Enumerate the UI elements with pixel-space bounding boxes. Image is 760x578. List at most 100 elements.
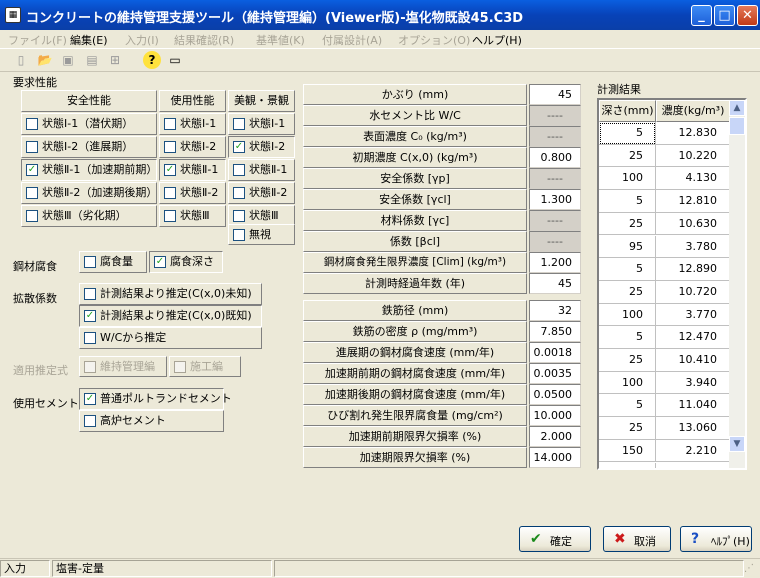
- menu-standards[interactable]: 基準値(K): [256, 32, 305, 48]
- diffusion-known-checkbox[interactable]: ✓ 計測結果より推定(C(x,0)既知): [79, 305, 262, 327]
- depth-cell[interactable]: 100: [599, 303, 656, 327]
- concentration-cell[interactable]: 4.130: [656, 167, 730, 191]
- depth-cell[interactable]: 25: [599, 144, 656, 168]
- accel-early-loss-input[interactable]: 2.000: [529, 426, 581, 447]
- measurements-grid[interactable]: 深さ(mm) 濃度(kg/m³) 5 12.830 25 10.220 100 4.130…: [597, 98, 747, 470]
- depth-cell[interactable]: 100: [599, 167, 656, 191]
- resize-grip-icon[interactable]: ⋰: [744, 562, 758, 576]
- help-question-icon[interactable]: ?: [143, 51, 161, 69]
- usage-state-2-1-checkbox[interactable]: ✓ 状態Ⅱ-1: [159, 159, 226, 181]
- rebar-density-input[interactable]: 7.850: [529, 321, 581, 342]
- depth-cell[interactable]: 25: [599, 280, 656, 304]
- maximize-button[interactable]: □: [714, 5, 735, 26]
- concrete-app-icon[interactable]: ▦: [5, 7, 21, 23]
- info-card-icon[interactable]: ▭: [166, 51, 184, 69]
- table-row[interactable]: 100 4.130: [599, 167, 730, 191]
- usage-state-1-2-checkbox[interactable]: 状態Ⅰ-2: [159, 136, 226, 158]
- estimation-construction-checkbox[interactable]: 施工編: [169, 356, 241, 377]
- concentration-cell[interactable]: 12.810: [656, 190, 730, 213]
- scroll-down-icon[interactable]: ▼: [729, 436, 745, 452]
- minimize-button[interactable]: _: [691, 5, 712, 26]
- cover-input[interactable]: 45: [529, 84, 581, 105]
- table-row[interactable]: 150 2.210: [599, 439, 730, 463]
- usage-state-3-checkbox[interactable]: 状態Ⅲ: [159, 205, 226, 227]
- safety-state-3-checkbox[interactable]: 状態Ⅲ（劣化期）: [21, 205, 157, 227]
- table-row[interactable]: 5 12.890: [599, 258, 730, 281]
- save-icon[interactable]: ▣: [59, 51, 77, 69]
- depth-cell[interactable]: 100: [599, 371, 656, 395]
- aesthetic-state-1-1-checkbox[interactable]: 状態Ⅰ-1: [228, 113, 295, 135]
- ok-button[interactable]: ✔ 確定: [519, 526, 591, 552]
- print-preview-icon[interactable]: ▤: [83, 51, 101, 69]
- table-row[interactable]: 95 3.780: [599, 235, 730, 259]
- elapsed-years-input[interactable]: 45: [529, 273, 581, 294]
- table-row[interactable]: 100 3.770: [599, 303, 730, 327]
- depth-cell[interactable]: 5: [599, 122, 656, 145]
- depth-cell[interactable]: 5: [599, 326, 656, 349]
- corrosion-limit-input[interactable]: 1.200: [529, 252, 581, 273]
- depth-cell[interactable]: [599, 462, 656, 468]
- menu-edit[interactable]: 編集(E): [70, 32, 108, 48]
- scroll-up-icon[interactable]: ▲: [729, 100, 745, 116]
- crack-limit-input[interactable]: 10.000: [529, 405, 581, 426]
- concentration-cell[interactable]: 10.630: [656, 212, 730, 236]
- accel-early-rate-input[interactable]: 0.0035: [529, 363, 581, 384]
- concentration-cell[interactable]: 10.220: [656, 144, 730, 168]
- help-button[interactable]: ? ﾍﾙﾌﾟ(H): [680, 526, 752, 552]
- aesthetic-ignore-checkbox[interactable]: 無視: [228, 224, 295, 245]
- add-icon[interactable]: ⊞: [106, 51, 124, 69]
- concentration-cell[interactable]: 3.780: [656, 235, 730, 259]
- accel-loss-input[interactable]: 14.000: [529, 447, 581, 468]
- cement-ordinary-checkbox[interactable]: ✓ 普通ポルトランドセメント: [79, 388, 232, 410]
- depth-cell[interactable]: 5: [599, 394, 656, 418]
- table-row[interactable]: 100 3.940: [599, 371, 730, 395]
- depth-cell[interactable]: 25: [599, 349, 656, 372]
- aesthetic-state-2-2-checkbox[interactable]: 状態Ⅱ-2: [228, 182, 295, 204]
- corrosion-depth-checkbox[interactable]: ✓ 腐食深さ: [149, 251, 223, 273]
- depth-cell[interactable]: 5: [599, 258, 656, 281]
- cancel-button[interactable]: ✖ 取消: [603, 526, 671, 552]
- depth-cell[interactable]: 25: [599, 417, 656, 440]
- table-row[interactable]: 5 12.830: [599, 122, 730, 145]
- new-file-icon[interactable]: ▯: [12, 51, 30, 69]
- rebar-diameter-input[interactable]: 32: [529, 300, 581, 321]
- usage-state-1-1-checkbox[interactable]: 状態Ⅰ-1: [159, 113, 226, 135]
- table-row[interactable]: 25 10.720: [599, 280, 730, 304]
- concentration-cell[interactable]: 10.410: [656, 349, 730, 372]
- safety-state-1-1-checkbox[interactable]: 状態Ⅰ-1（潜伏期）: [21, 113, 157, 135]
- table-row[interactable]: 25 10.410: [599, 349, 730, 372]
- table-row[interactable]: 5 11.040: [599, 394, 730, 418]
- depth-cell[interactable]: 95: [599, 235, 656, 259]
- table-row[interactable]: 5 12.810: [599, 190, 730, 213]
- safety-state-1-2-checkbox[interactable]: 状態Ⅰ-2（進展期）: [21, 136, 157, 158]
- estimation-maintenance-checkbox[interactable]: 維持管理編: [79, 356, 167, 377]
- diffusion-wc-checkbox[interactable]: W/Cから推定: [79, 327, 262, 349]
- open-folder-icon[interactable]: 📂: [36, 51, 54, 69]
- table-row[interactable]: 5 12.470: [599, 326, 730, 349]
- table-row[interactable]: 25 10.220: [599, 144, 730, 168]
- depth-cell[interactable]: 25: [599, 212, 656, 236]
- cement-blast-furnace-checkbox[interactable]: 高炉セメント: [79, 410, 224, 432]
- menu-design[interactable]: 付属設計(A): [322, 32, 382, 48]
- usage-state-2-2-checkbox[interactable]: 状態Ⅱ-2: [159, 182, 226, 204]
- concentration-cell[interactable]: 11.040: [656, 394, 730, 418]
- aesthetic-state-2-1-checkbox[interactable]: 状態Ⅱ-1: [228, 159, 295, 181]
- concentration-cell[interactable]: 2.210: [656, 439, 730, 463]
- depth-cell[interactable]: 150: [599, 439, 656, 463]
- vertical-scrollbar[interactable]: ▲ ▼: [729, 100, 745, 468]
- scroll-thumb[interactable]: [729, 117, 745, 135]
- menu-options[interactable]: オプション(O): [398, 32, 470, 48]
- concentration-cell[interactable]: 12.830: [656, 122, 730, 145]
- safety-state-2-1-checkbox[interactable]: ✓ 状態Ⅱ-1（加速期前期）: [21, 159, 157, 181]
- menu-help[interactable]: ヘルプ(H): [472, 32, 522, 48]
- table-row[interactable]: 25 13.060: [599, 417, 730, 440]
- initial-conc-input[interactable]: 0.800: [529, 147, 581, 168]
- concentration-cell[interactable]: 3.940: [656, 371, 730, 395]
- safety-state-2-2-checkbox[interactable]: 状態Ⅱ-2（加速期後期）: [21, 182, 157, 204]
- menu-results[interactable]: 結果確認(R): [174, 32, 234, 48]
- close-button[interactable]: ✕: [737, 5, 758, 26]
- table-row[interactable]: 25 10.630: [599, 212, 730, 236]
- concentration-cell[interactable]: 13.060: [656, 417, 730, 440]
- depth-cell[interactable]: 5: [599, 190, 656, 213]
- accel-late-rate-input[interactable]: 0.0500: [529, 384, 581, 405]
